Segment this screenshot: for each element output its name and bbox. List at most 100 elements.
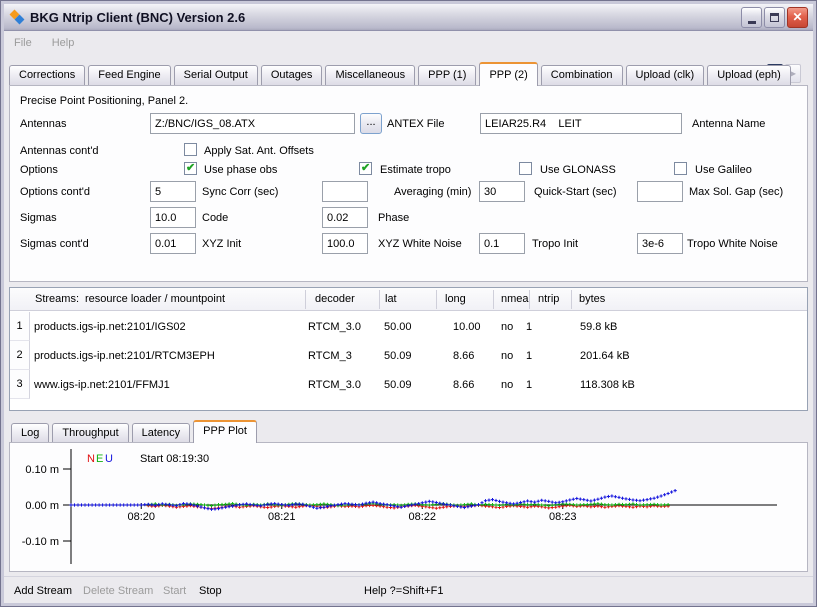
minimize-button[interactable] bbox=[741, 7, 762, 28]
sync-corr-label: Sync Corr (sec) bbox=[202, 185, 278, 199]
close-button[interactable]: ✕ bbox=[787, 7, 808, 28]
tab-outages[interactable]: Outages bbox=[261, 65, 323, 85]
y-tick-label: 0.10 m bbox=[25, 464, 59, 476]
cell-bytes: 118.308 kB bbox=[580, 379, 635, 391]
tab-upload-clk[interactable]: Upload (clk) bbox=[626, 65, 705, 85]
use-glonass-label: Use GLONASS bbox=[540, 163, 616, 177]
cell-ntrip: 1 bbox=[526, 379, 532, 391]
tab-corrections[interactable]: Corrections bbox=[9, 65, 85, 85]
header-streams: Streams: bbox=[35, 293, 79, 305]
sigmas-contd-label: Sigmas cont'd bbox=[20, 237, 89, 251]
antex-browse-button[interactable]: ... bbox=[360, 113, 382, 134]
bnc-app-icon bbox=[9, 9, 25, 25]
xyz-white-noise-input[interactable] bbox=[322, 233, 368, 254]
cell-bytes: 59.8 kB bbox=[580, 321, 617, 333]
series-U bbox=[69, 489, 676, 511]
tropo-white-noise-label: Tropo White Noise bbox=[687, 237, 778, 251]
legend-E: E bbox=[96, 453, 103, 465]
max-sol-gap-input[interactable] bbox=[637, 181, 683, 202]
plot-start-label: Start 08:19:30 bbox=[140, 453, 209, 465]
quick-start-label: Quick-Start (sec) bbox=[534, 185, 617, 199]
tropo-white-noise-input[interactable] bbox=[637, 233, 683, 254]
main-tab-bar: Corrections Feed Engine Serial Output Ou… bbox=[9, 62, 794, 85]
antenna-name-input[interactable] bbox=[480, 113, 682, 134]
cell-decoder: RTCM_3.0 bbox=[308, 321, 361, 333]
tab-feed-engine[interactable]: Feed Engine bbox=[88, 65, 170, 85]
table-row[interactable]: 3 www.igs-ip.net:2101/FFMJ1 RTCM_3.0 50.… bbox=[10, 370, 807, 399]
streams-table: Streams: resource loader / mountpoint de… bbox=[9, 287, 808, 411]
cell-long: 8.66 bbox=[453, 379, 474, 391]
sigmas-label: Sigmas bbox=[20, 211, 57, 225]
tropo-init-input[interactable] bbox=[479, 233, 525, 254]
panel-heading: Precise Point Positioning, Panel 2. bbox=[20, 94, 188, 108]
tab-combination[interactable]: Combination bbox=[541, 65, 623, 85]
antex-file-input[interactable] bbox=[150, 113, 355, 134]
sigma-phase-input[interactable] bbox=[322, 207, 368, 228]
cell-mountpoint: products.igs-ip.net:2101/RTCM3EPH bbox=[34, 350, 215, 362]
minimize-icon bbox=[748, 21, 756, 24]
options-label: Options bbox=[20, 163, 58, 177]
averaging-input[interactable] bbox=[322, 181, 368, 202]
menu-file[interactable]: File bbox=[14, 37, 32, 49]
header-long: long bbox=[445, 293, 466, 305]
y-tick-label: -0.10 m bbox=[22, 536, 59, 548]
sync-corr-input[interactable] bbox=[150, 181, 196, 202]
antennas-label: Antennas bbox=[20, 117, 66, 131]
x-tick-label: 08:22 bbox=[408, 511, 436, 523]
x-tick-label: 08:20 bbox=[127, 511, 155, 523]
tab-upload-eph[interactable]: Upload (eph) bbox=[707, 65, 791, 85]
cell-ntrip: 1 bbox=[526, 350, 532, 362]
estimate-tropo-checkbox[interactable] bbox=[359, 162, 372, 175]
quick-start-input[interactable] bbox=[479, 181, 525, 202]
use-galileo-checkbox[interactable] bbox=[674, 162, 687, 175]
tab-ppp-2[interactable]: PPP (2) bbox=[479, 62, 537, 86]
tab-ppp-1[interactable]: PPP (1) bbox=[418, 65, 476, 85]
apply-sat-ant-offsets-label: Apply Sat. Ant. Offsets bbox=[204, 144, 314, 158]
ppp-plot-canvas: 0.10 m0.00 m-0.10 m08:2008:2108:2208:23N… bbox=[10, 443, 807, 571]
start-button[interactable]: Start bbox=[163, 585, 186, 597]
ppp2-panel: Precise Point Positioning, Panel 2. Ante… bbox=[9, 85, 808, 282]
cell-long: 8.66 bbox=[453, 350, 474, 362]
table-row[interactable]: 2 products.igs-ip.net:2101/RTCM3EPH RTCM… bbox=[10, 341, 807, 370]
use-glonass-checkbox[interactable] bbox=[519, 162, 532, 175]
maximize-icon bbox=[770, 13, 779, 22]
maximize-button[interactable] bbox=[764, 7, 785, 28]
menu-help[interactable]: Help bbox=[52, 37, 75, 49]
tab-log[interactable]: Log bbox=[11, 423, 49, 442]
header-bytes: bytes bbox=[579, 293, 605, 305]
tab-serial-output[interactable]: Serial Output bbox=[174, 65, 258, 85]
sigma-code-input[interactable] bbox=[150, 207, 196, 228]
averaging-label: Averaging (min) bbox=[394, 185, 471, 199]
sigma-code-label: Code bbox=[202, 211, 228, 225]
ppp-plot-panel: 0.10 m0.00 m-0.10 m08:2008:2108:2208:23N… bbox=[9, 442, 808, 572]
x-tick-label: 08:21 bbox=[268, 511, 296, 523]
cell-bytes: 201.64 kB bbox=[580, 350, 630, 362]
add-stream-button[interactable]: Add Stream bbox=[14, 585, 72, 597]
stop-button[interactable]: Stop bbox=[199, 585, 222, 597]
cell-lat: 50.09 bbox=[384, 350, 412, 362]
apply-sat-ant-offsets-checkbox[interactable] bbox=[184, 143, 197, 156]
xyz-init-input[interactable] bbox=[150, 233, 196, 254]
tab-latency[interactable]: Latency bbox=[132, 423, 191, 442]
tab-ppp-plot[interactable]: PPP Plot bbox=[193, 420, 257, 443]
xyz-white-noise-label: XYZ White Noise bbox=[378, 237, 462, 251]
use-phase-obs-checkbox[interactable] bbox=[184, 162, 197, 175]
cell-long: 10.00 bbox=[453, 321, 481, 333]
header-lat: lat bbox=[385, 293, 397, 305]
cell-ntrip: 1 bbox=[526, 321, 532, 333]
x-tick-label: 08:23 bbox=[549, 511, 577, 523]
cell-lat: 50.00 bbox=[384, 321, 412, 333]
legend-U: U bbox=[105, 453, 113, 465]
tab-throughput[interactable]: Throughput bbox=[52, 423, 128, 442]
sigma-phase-label: Phase bbox=[378, 211, 409, 225]
header-mountpoint: resource loader / mountpoint bbox=[85, 293, 225, 305]
header-decoder: decoder bbox=[315, 293, 355, 305]
table-row[interactable]: 1 products.igs-ip.net:2101/IGS02 RTCM_3.… bbox=[10, 312, 807, 341]
cell-mountpoint: www.igs-ip.net:2101/FFMJ1 bbox=[34, 379, 170, 391]
tab-miscellaneous[interactable]: Miscellaneous bbox=[325, 65, 415, 85]
cell-nmea: no bbox=[501, 321, 513, 333]
delete-stream-button[interactable]: Delete Stream bbox=[83, 585, 153, 597]
use-galileo-label: Use Galileo bbox=[695, 163, 752, 177]
menu-bar: File Help bbox=[4, 31, 813, 55]
row-number: 3 bbox=[10, 370, 30, 399]
